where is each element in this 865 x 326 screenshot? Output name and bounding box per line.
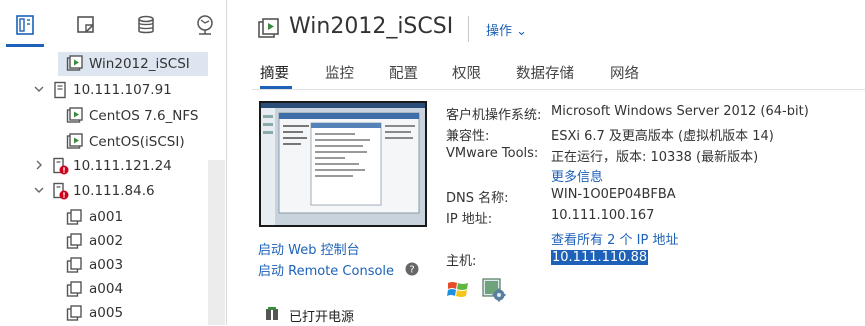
tab-datastores[interactable]: 数据存储 — [516, 62, 574, 83]
navigator-toolbar — [0, 0, 227, 47]
navigator-scrollbar[interactable] — [208, 160, 225, 325]
tab-configure[interactable]: 配置 — [389, 62, 418, 83]
compatibility-value: ESXi 6.7 及更高版本 (虚拟机版本 14) — [551, 129, 774, 144]
tree-item-label: a002 — [89, 233, 124, 249]
inventory-navigator: Win2012_iSCSI 10.111.107.91 CentOS 7.6_N… — [0, 0, 227, 325]
title-divider — [468, 16, 469, 42]
launch-web-console-link[interactable]: 启动 Web 控制台 — [258, 239, 360, 258]
vmware-tools-value: 正在运行，版本: 10338 (最新版本) — [551, 150, 759, 165]
tab-networks[interactable]: 网络 — [610, 62, 639, 83]
tree-item-vm[interactable]: CentOS(iSCSI) — [0, 130, 210, 154]
vm-powered-on-icon — [66, 55, 84, 73]
ip-address-label: IP 地址: — [446, 212, 493, 227]
help-icon[interactable]: ? — [405, 261, 419, 276]
guest-os-value: Microsoft Windows Server 2012 (64-bit) — [551, 104, 809, 119]
tree-item-vm-selected[interactable]: Win2012_iSCSI — [58, 52, 208, 76]
windows-logo-icon — [446, 279, 470, 301]
more-info-link[interactable]: 更多信息 — [551, 166, 603, 185]
tree-item-label: Win2012_iSCSI — [89, 56, 190, 72]
tab-bar-divider — [252, 89, 865, 90]
tree-item-label: 10.111.107.91 — [73, 82, 172, 98]
tree-item-label: a001 — [89, 209, 124, 225]
dns-name-label: DNS 名称: — [446, 191, 509, 206]
tab-summary[interactable]: 摘要 — [260, 62, 289, 83]
power-on-icon — [265, 307, 279, 322]
tree-item-vm[interactable]: a003 — [0, 253, 210, 277]
host-alert-icon — [51, 157, 69, 175]
networking-icon[interactable] — [194, 14, 216, 36]
tree-item-label: 10.111.84.6 — [73, 183, 155, 199]
vm-summary-panel: Win2012_iSCSI 操作 ⌄ 摘要 监控 配置 权限 数据存储 网络 已… — [227, 0, 865, 325]
vm-powered-off-icon — [66, 256, 84, 274]
console-screen-image — [261, 103, 425, 225]
vm-powered-on-icon — [66, 133, 84, 151]
host-value-link[interactable]: 10.111.110.88 — [551, 250, 649, 265]
tree-item-host[interactable]: 10.111.107.91 — [0, 78, 210, 102]
tree-item-vm[interactable]: a001 — [0, 205, 210, 229]
guest-os-label: 客户机操作系统: — [446, 108, 542, 123]
view-all-ips-link[interactable]: 查看所有 2 个 IP 地址 — [551, 229, 678, 248]
vm-powered-on-icon — [66, 107, 84, 125]
console-thumbnail[interactable]: 已打开电源 — [259, 101, 427, 325]
tree-item-label: 10.111.121.24 — [73, 158, 172, 174]
vmware-tools-icon — [482, 278, 506, 302]
tree-item-vm[interactable]: CentOS 7.6_NFS — [0, 104, 210, 128]
chevron-right-icon[interactable] — [33, 159, 45, 171]
vms-and-templates-icon[interactable] — [75, 14, 97, 36]
tree-item-label: CentOS 7.6_NFS — [89, 108, 199, 124]
dns-name-value: WIN-1O0EP04BFBA — [551, 187, 676, 202]
tree-item-label: CentOS(iSCSI) — [89, 134, 185, 150]
storage-icon[interactable] — [135, 14, 157, 36]
power-status-label: 已打开电源 — [289, 310, 355, 325]
compatibility-label: 兼容性: — [446, 129, 490, 144]
vm-powered-off-icon — [66, 280, 84, 298]
tree-item-vm[interactable]: a005 — [0, 301, 210, 325]
tab-permissions[interactable]: 权限 — [452, 62, 481, 83]
host-label: 主机: — [446, 254, 477, 269]
actions-menu-button[interactable]: 操作 ⌄ — [486, 20, 527, 39]
power-status-bar: 已打开电源 — [261, 304, 425, 325]
vm-powered-off-icon — [66, 208, 84, 226]
page-title: Win2012_iSCSI — [289, 14, 454, 39]
chevron-down-icon[interactable] — [33, 83, 45, 95]
tree-item-label: a005 — [89, 305, 124, 321]
tree-item-host[interactable]: 10.111.84.6 — [0, 179, 210, 203]
vm-powered-off-icon — [66, 304, 84, 322]
tree-item-label: a003 — [89, 257, 124, 273]
launch-remote-console-link[interactable]: 启动 Remote Console — [258, 260, 394, 279]
tree-item-vm[interactable]: a004 — [0, 277, 210, 301]
chevron-down-icon[interactable] — [33, 184, 45, 196]
tree-item-label: a004 — [89, 281, 124, 297]
host-value-selected[interactable]: 10.111.110.88 — [551, 250, 649, 265]
navigator-active-indicator — [6, 44, 44, 47]
ip-address-value: 10.111.100.167 — [551, 208, 655, 223]
hosts-and-clusters-icon[interactable] — [14, 14, 36, 36]
tab-monitor[interactable]: 监控 — [325, 62, 354, 83]
tree-item-host[interactable]: 10.111.121.24 — [0, 154, 210, 178]
svg-text:?: ? — [409, 265, 414, 276]
vm-powered-off-icon — [66, 232, 84, 250]
host-alert-icon — [51, 182, 69, 200]
host-icon — [51, 81, 69, 99]
tree-item-vm[interactable]: a002 — [0, 229, 210, 253]
vmware-tools-label: VMware Tools: — [446, 146, 539, 161]
vm-powered-on-icon — [257, 17, 281, 41]
